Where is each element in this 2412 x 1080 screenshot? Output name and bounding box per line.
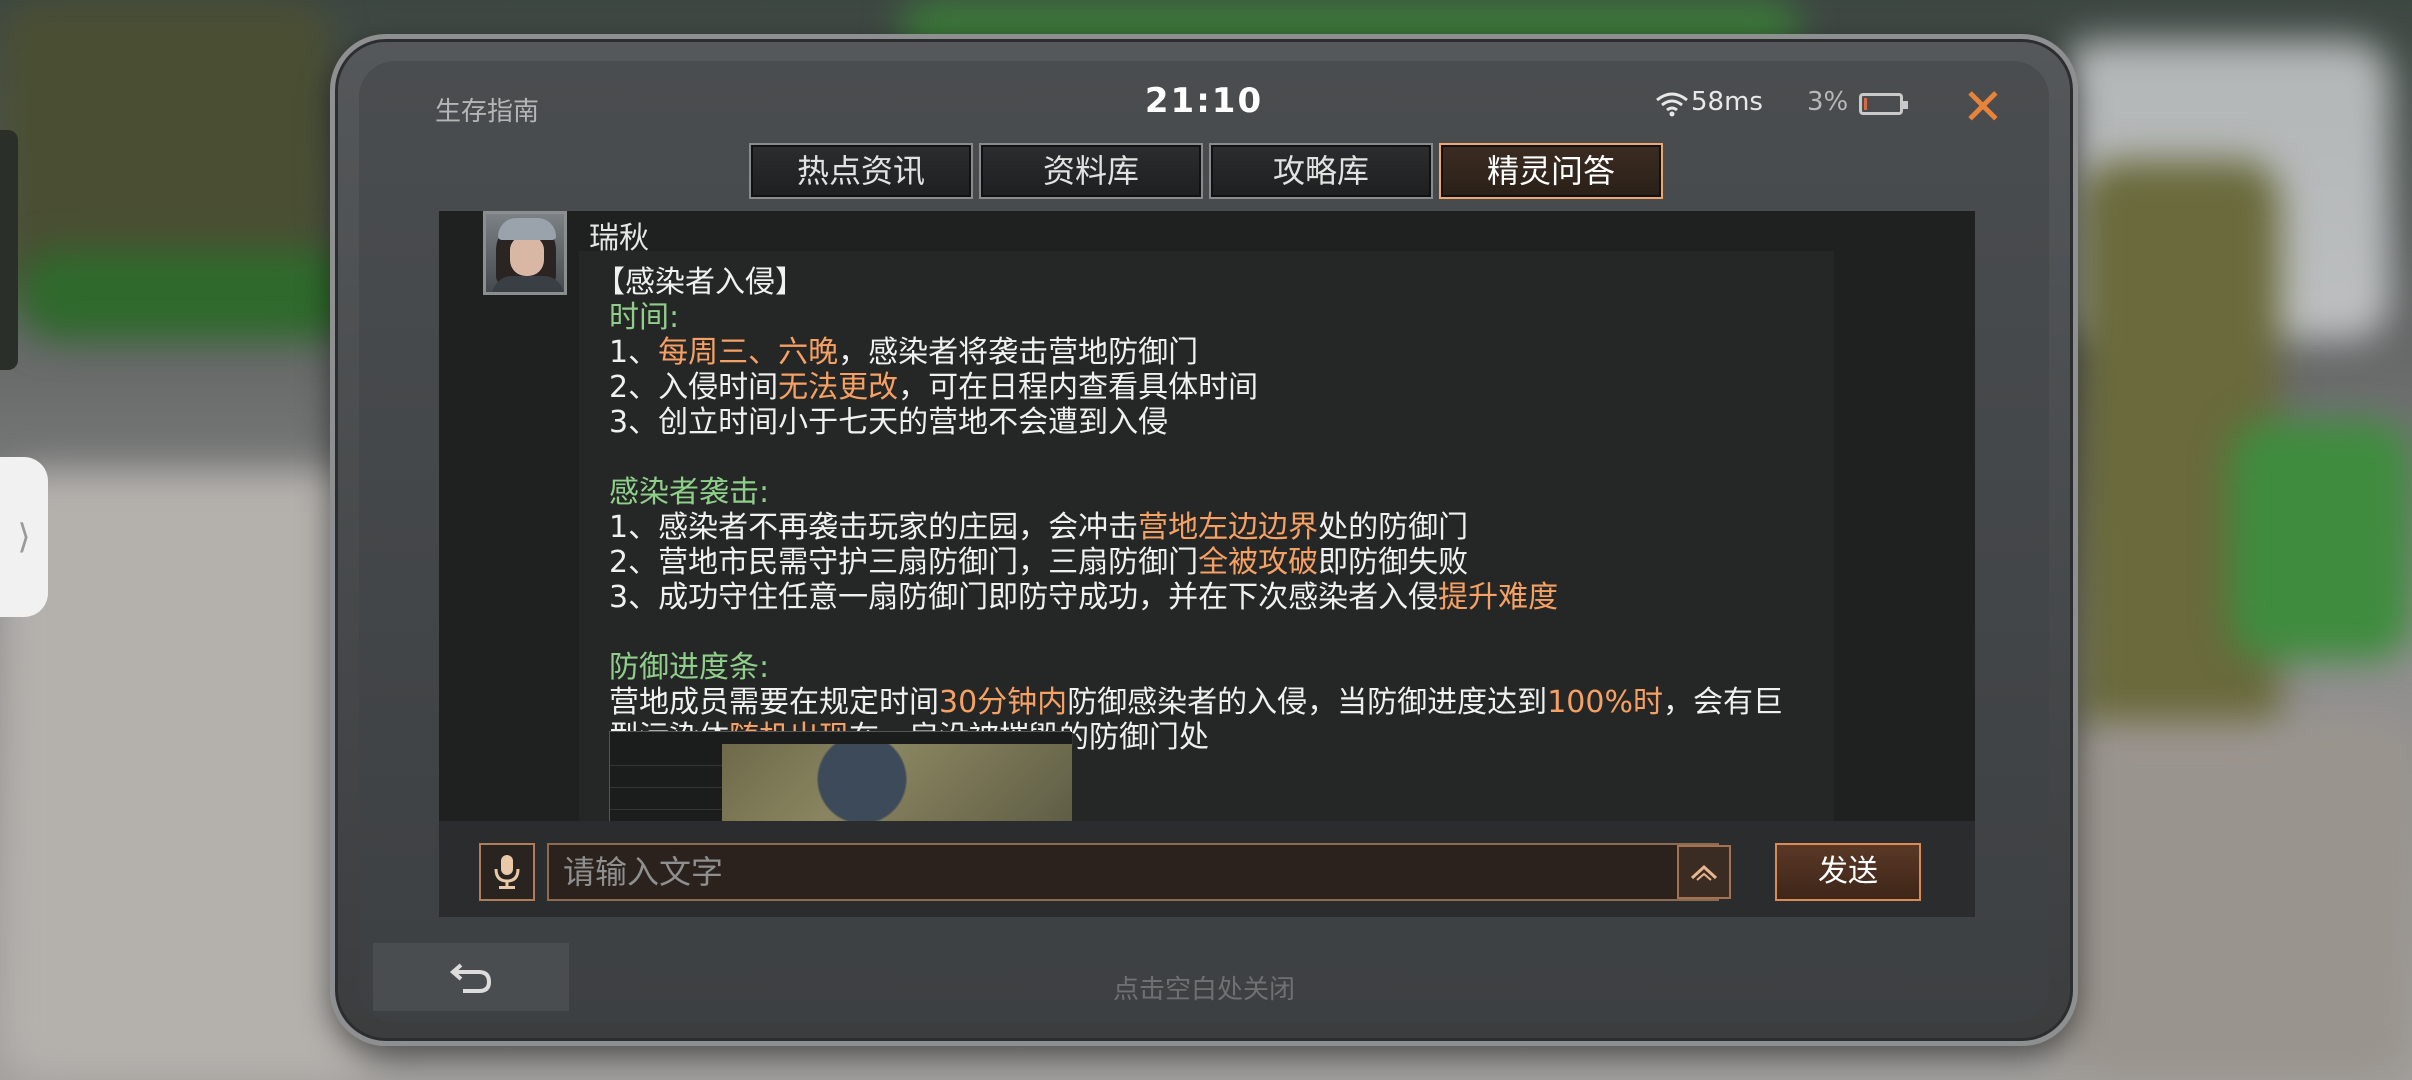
expand-button[interactable] [1677,845,1731,899]
message-input[interactable] [547,843,1719,901]
tab-spirit-qa[interactable]: 精灵问答 [1439,143,1663,199]
message-bubble: 【感染者入侵】 时间: 1、每周三、六晚，感染者将袭击营地防御门 2、入侵时间无… [579,251,1834,821]
list-item: 2、营地市民需守护三扇防御门，三扇防御门全被攻破即防御失败 [609,545,1469,580]
microphone-icon [494,855,520,889]
chevron-up-icon [1690,864,1718,881]
list-item: 2、入侵时间无法更改，可在日程内查看具体时间 [609,370,1259,405]
attack-heading: 感染者袭击: [609,475,770,510]
tab-guides[interactable]: 攻略库 [1209,143,1433,199]
voice-button[interactable] [479,843,535,901]
tablet-screen: 生存指南 21:10 58ms 3% ✕ 热点资讯 资料库 攻略库 精灵问答 瑞… [359,61,2049,1023]
edge-strip [0,130,18,370]
time-heading: 时间: [609,300,680,335]
side-handle[interactable]: ⟩ [0,457,48,617]
close-icon: ✕ [1962,78,2004,136]
avatar [483,211,567,295]
list-item: 3、成功守住任意一扇防御门即防守成功，并在下次感染者入侵提升难度 [609,580,1559,615]
map-screenshot-image[interactable] [609,731,1072,821]
battery-icon [1859,93,1908,115]
survival-guide-tablet: 生存指南 21:10 58ms 3% ✕ 热点资讯 资料库 攻略库 精灵问答 瑞… [330,34,2078,1046]
close-hint: 点击空白处关闭 [1112,975,1295,1005]
ping-readout: 58ms [1691,87,1763,117]
progress-heading: 防御进度条: [609,650,770,685]
tab-database[interactable]: 资料库 [979,143,1203,199]
chat-panel[interactable]: 瑞秋 【感染者入侵】 时间: 1、每周三、六晚，感染者将袭击营地防御门 2、入侵… [439,211,1975,821]
wifi-icon [1656,92,1688,117]
send-button[interactable]: 发送 [1775,843,1921,901]
tab-bar: 热点资讯 资料库 攻略库 精灵问答 [749,143,1663,199]
message-title: 【感染者入侵】 [595,265,805,300]
close-button[interactable]: ✕ [1955,79,2011,135]
list-item: 1、感染者不再袭击玩家的庄园，会冲击营地左边边界处的防御门 [609,510,1469,545]
battery-percent: 3% [1807,87,1849,117]
list-item: 1、每周三、六晚，感染者将袭击营地防御门 [609,335,1199,370]
clock: 21:10 [1144,81,1264,121]
list-item: 3、创立时间小于七天的营地不会遭到入侵 [609,405,1169,440]
input-row: 发送 [439,821,1975,917]
chevron-right-icon: ⟩ [17,517,31,557]
tab-hot-news[interactable]: 热点资讯 [749,143,973,199]
